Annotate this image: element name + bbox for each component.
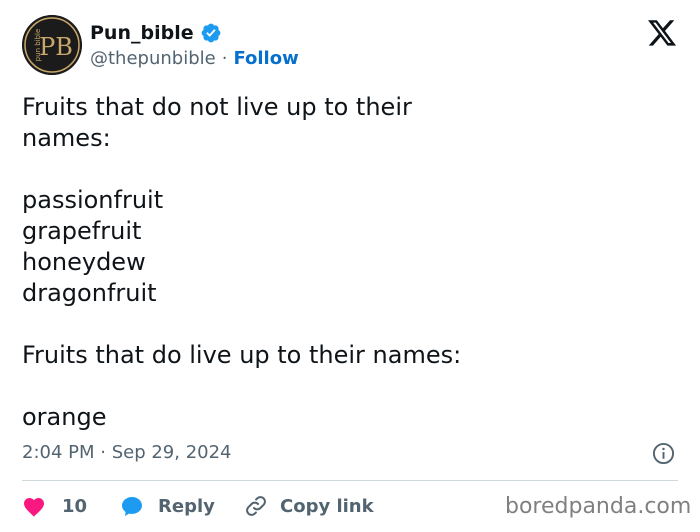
avatar-image: pun bible PB [22, 15, 82, 75]
tweet-line: Fruits that do not live up to their [22, 93, 412, 121]
reply-button[interactable]: Reply [120, 495, 244, 517]
fruit-list-item: passionfruit [22, 186, 164, 214]
copy-link-button[interactable]: Copy link [244, 494, 374, 518]
fruit-list-item: honeydew [22, 248, 146, 276]
display-name[interactable]: Pun_bible [90, 22, 194, 44]
fruit-list-item: orange [22, 403, 107, 431]
divider [22, 480, 678, 481]
verified-badge-icon [200, 22, 222, 44]
author-handle[interactable]: @thepunbible [90, 48, 216, 69]
link-icon [246, 496, 266, 516]
copy-link-label: Copy link [280, 495, 374, 517]
heart-icon [24, 498, 44, 517]
reply-label: Reply [158, 495, 215, 517]
x-logo-icon[interactable] [648, 20, 677, 47]
watermark: boredpanda.com [505, 494, 692, 519]
like-count: 10 [62, 495, 88, 517]
avatar[interactable]: pun bible PB [22, 15, 82, 75]
speech-bubble-icon [122, 497, 142, 516]
tweet-card: pun bible PB Pun_bible @thepunbible · Fo… [0, 0, 700, 532]
action-bar: 10 Reply Copy link [22, 490, 374, 522]
info-icon[interactable] [652, 442, 675, 465]
tweet-timestamp[interactable]: 2:04 PM · Sep 29, 2024 [22, 442, 232, 463]
like-button[interactable]: 10 [22, 495, 120, 517]
fruit-list-item: grapefruit [22, 217, 142, 245]
separator: · [221, 48, 228, 69]
tweet-line: Fruits that do live up to their names: [22, 341, 462, 369]
follow-button[interactable]: Follow [233, 48, 298, 69]
fruit-list-item: dragonfruit [22, 279, 157, 307]
tweet-text: Fruits that do not live up to their name… [22, 92, 662, 433]
avatar-monogram: PB [39, 33, 73, 61]
tweet-line: names: [22, 124, 111, 152]
handle-row: @thepunbible · Follow [90, 48, 299, 69]
author-name-row: Pun_bible [90, 20, 222, 46]
